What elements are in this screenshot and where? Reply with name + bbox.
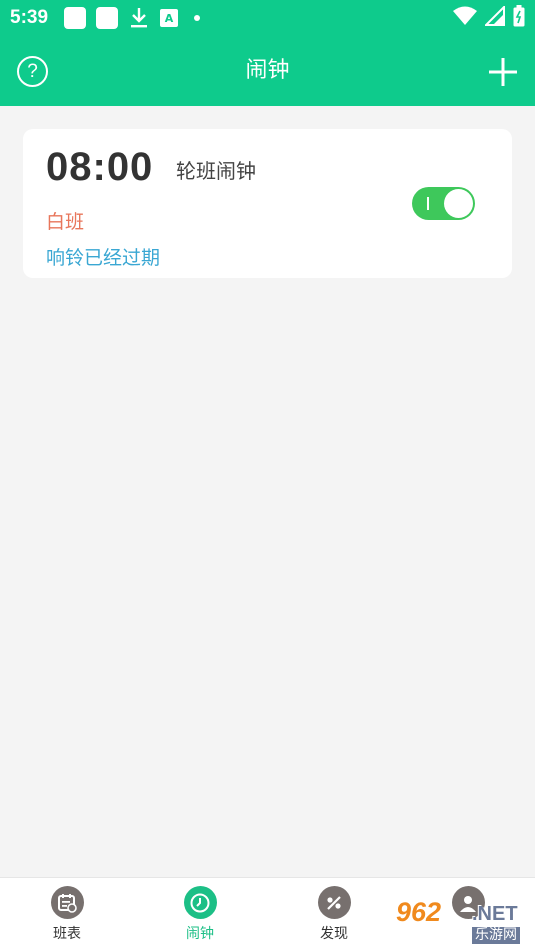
alarm-name: 轮班闹钟 [176,159,256,183]
alarm-toggle[interactable] [412,187,475,220]
status-bar: 5:39 A [0,0,535,36]
translate-a-icon: A [160,9,179,27]
alarm-card[interactable]: 08:00 轮班闹钟 白班 响铃已经过期 [23,129,512,278]
nav-label-discover: 发现 [320,926,348,942]
nav-item-alarm[interactable]: 闹钟 [160,886,240,943]
status-right-icons [453,4,525,31]
toggle-on-indicator [427,197,429,210]
dot-icon [194,15,201,21]
nav-label-alarm: 闹钟 [186,926,214,942]
plus-icon[interactable] [489,58,517,86]
calendar-icon [50,886,84,919]
alarm-status: 响铃已经过期 [46,247,161,269]
app-header: ? 闹钟 [0,36,535,106]
nav-item-schedule[interactable]: 班表 [27,886,107,943]
nav-label-schedule: 班表 [53,926,81,942]
watermark-site: 乐游网 [472,927,520,944]
page-title: 闹钟 [245,58,290,83]
battery-icon [513,5,525,31]
alarm-time: 08:00 [46,145,154,189]
download-icon [128,6,150,30]
notification-square-icon [64,7,87,29]
alarm-shift: 白班 [46,211,85,233]
wifi-icon [453,6,477,30]
toggle-knob [444,189,473,218]
discover-icon [317,886,351,919]
nav-item-discover[interactable]: 发现 [294,886,374,943]
watermark-suffix: .NET [472,903,518,925]
signal-icon [483,4,505,30]
notification-square-icon [96,7,119,29]
status-time: 5:39 [10,7,49,28]
watermark-number: 962 [396,897,442,927]
watermark-logo: 962 .NET 乐游网 [396,897,532,947]
clock-icon [183,886,217,919]
